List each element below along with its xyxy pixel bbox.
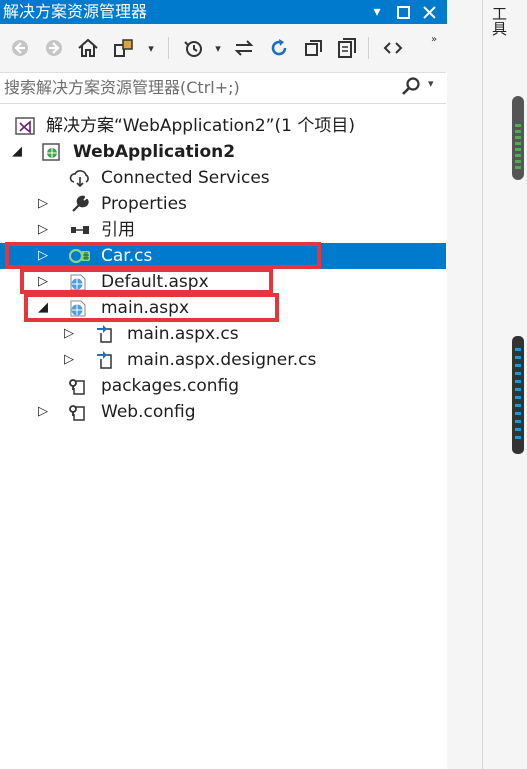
show-all-files-icon[interactable] xyxy=(335,36,359,60)
tree-item-project[interactable]: ◢ WebApplication2 xyxy=(0,139,446,165)
tree-item-web-config[interactable]: ▷ Web.config xyxy=(0,399,446,425)
tree-item-connected-services[interactable]: Connected Services xyxy=(0,165,446,191)
search-box: ▾ xyxy=(0,72,446,104)
config-file-icon xyxy=(67,402,89,422)
tree-item-label: 解决方案“WebApplication2”(1 个项目) xyxy=(46,116,355,136)
switch-views-icon[interactable] xyxy=(112,36,136,60)
toolbar-separator xyxy=(368,37,369,59)
sync-icon[interactable] xyxy=(232,36,256,60)
tree-item-properties[interactable]: ▷ Properties xyxy=(0,191,446,217)
history-icon[interactable] xyxy=(181,36,205,60)
tree-item-main-aspx-cs[interactable]: ▷ main.aspx.cs xyxy=(0,321,446,347)
tree-item-label: main.aspx.cs xyxy=(127,324,239,344)
window-menu-dropdown-icon[interactable]: ▾ xyxy=(365,0,389,24)
tree-item-references[interactable]: ▷ 引用 xyxy=(0,217,446,243)
back-icon[interactable] xyxy=(8,36,32,60)
refresh-icon[interactable] xyxy=(267,36,291,60)
code-behind-file-icon xyxy=(95,350,117,370)
references-icon xyxy=(69,220,91,240)
visual-studio-solution-icon xyxy=(14,116,36,136)
web-project-icon xyxy=(40,142,62,162)
tree-item-label: 引用 xyxy=(101,220,135,240)
forward-icon[interactable] xyxy=(42,36,66,60)
panel-title-bar: 解决方案资源管理器 ▾ xyxy=(0,0,447,24)
tree-item-label: packages.config xyxy=(101,376,240,396)
tree-item-label: Properties xyxy=(101,194,187,214)
highlight-box-main-aspx xyxy=(24,293,279,322)
panel-title: 解决方案资源管理器 xyxy=(3,2,148,21)
toolbar: ▾ ▾ » xyxy=(0,24,447,72)
connected-services-icon xyxy=(69,168,91,188)
scroll-indicator-bottom[interactable] xyxy=(512,336,524,454)
search-icon[interactable] xyxy=(401,76,421,101)
view-code-icon[interactable] xyxy=(381,36,405,60)
highlight-box-car-cs xyxy=(5,242,321,269)
collapsed-arrow-icon[interactable]: ▷ xyxy=(64,350,74,370)
history-dropdown-icon[interactable]: ▾ xyxy=(206,36,230,60)
code-behind-file-icon xyxy=(95,324,117,344)
toolbox-tab[interactable]: 工具 xyxy=(488,6,510,36)
collapsed-arrow-icon[interactable]: ▷ xyxy=(38,402,48,422)
search-options-dropdown-icon[interactable]: ▾ xyxy=(428,77,434,90)
collapsed-arrow-icon[interactable]: ▷ xyxy=(38,194,48,214)
collapsed-arrow-icon[interactable]: ▷ xyxy=(38,220,48,240)
switch-views-dropdown-icon[interactable]: ▾ xyxy=(139,36,163,60)
close-icon[interactable] xyxy=(417,0,441,24)
maximize-icon[interactable] xyxy=(391,0,415,24)
scroll-indicator-top[interactable] xyxy=(512,96,524,180)
collapse-all-icon[interactable] xyxy=(302,36,326,60)
config-file-icon xyxy=(67,376,89,396)
tree-item-label: WebApplication2 xyxy=(73,142,236,162)
home-icon[interactable] xyxy=(76,36,100,60)
search-input[interactable] xyxy=(4,75,384,99)
collapsed-arrow-icon[interactable]: ▷ xyxy=(64,324,74,344)
tree-item-main-aspx-designer-cs[interactable]: ▷ main.aspx.designer.cs xyxy=(0,347,446,373)
toolbar-separator xyxy=(168,37,169,59)
highlight-box-default-aspx xyxy=(20,268,273,294)
wrench-icon xyxy=(69,194,91,214)
tree-item-label: Web.config xyxy=(101,402,196,422)
expanded-arrow-icon[interactable]: ◢ xyxy=(12,142,22,162)
tree-item-label: main.aspx.designer.cs xyxy=(127,350,317,370)
toolbar-overflow-icon[interactable]: » xyxy=(427,27,441,51)
panel-divider xyxy=(482,0,483,769)
tree-item-solution[interactable]: 解决方案“WebApplication2”(1 个项目) xyxy=(0,113,446,139)
tree-item-packages-config[interactable]: packages.config xyxy=(0,373,446,399)
tree-item-label: Connected Services xyxy=(101,168,270,188)
solution-explorer-panel: 解决方案资源管理器 ▾ ▾ ▾ » 搜索解决方案资源管理器(Ctrl+;) ▾ … xyxy=(0,0,447,769)
